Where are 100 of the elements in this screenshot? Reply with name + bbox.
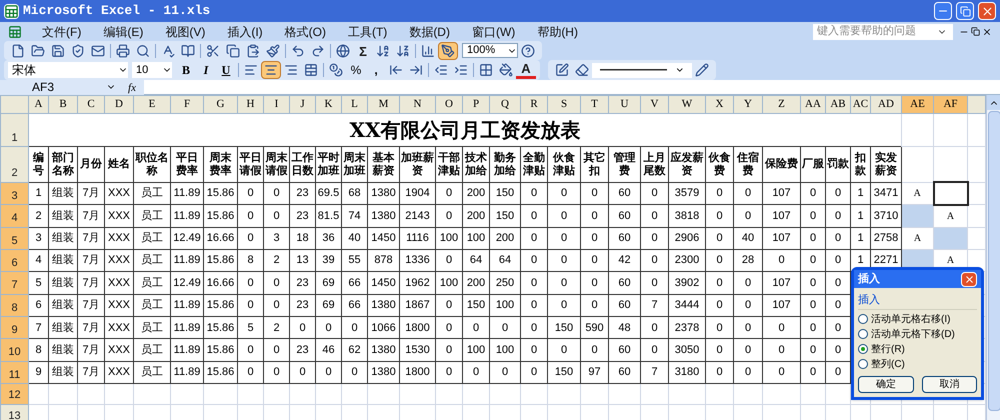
column-header[interactable]: R — [520, 96, 548, 114]
column-header[interactable]: E — [134, 96, 170, 114]
menu-item[interactable]: 工具(T) — [338, 22, 398, 40]
column-heading: 伙食费 — [706, 146, 734, 182]
column-header[interactable]: H — [238, 96, 264, 114]
column-header[interactable]: AC — [850, 96, 870, 114]
table-cell: 150 — [490, 204, 520, 228]
column-header[interactable]: AA — [800, 96, 826, 114]
column-header[interactable]: N — [400, 96, 436, 114]
row-header[interactable]: 8 — [0, 294, 28, 317]
radio-option[interactable]: 活动单元格下移(D) — [858, 326, 977, 342]
vertical-scrollbar[interactable] — [986, 95, 1000, 420]
close-button[interactable] — [961, 272, 977, 286]
radio-option[interactable]: 整行(R) — [858, 342, 977, 356]
column-header[interactable]: F — [170, 96, 204, 114]
restore-icon[interactable] — [971, 27, 980, 36]
column-header[interactable]: S — [548, 96, 580, 114]
close-button[interactable] — [978, 2, 996, 20]
radio-button[interactable] — [858, 329, 868, 339]
table-cell: 11.89 — [170, 294, 204, 317]
close-icon[interactable] — [982, 26, 992, 36]
name-box[interactable]: AF3 — [0, 80, 120, 94]
table-cell: 150 — [462, 294, 490, 317]
percent-button[interactable]: % — [346, 61, 366, 79]
column-header[interactable]: Y — [734, 96, 762, 114]
dialog-button[interactable]: 取消 — [922, 376, 977, 392]
column-header[interactable]: Q — [490, 96, 520, 114]
row-header[interactable]: 12 — [0, 384, 28, 404]
column-header[interactable]: I — [264, 96, 290, 114]
radio-button[interactable] — [858, 359, 868, 369]
row-header[interactable]: 9 — [0, 316, 28, 339]
row-header[interactable]: 11 — [0, 361, 28, 384]
column-header[interactable]: G — [204, 96, 238, 114]
row-header[interactable]: 6 — [0, 250, 28, 272]
scroll-thumb[interactable] — [988, 111, 1000, 411]
font-field[interactable]: 宋体 — [8, 62, 128, 78]
text-style-button[interactable]: I — [196, 61, 216, 79]
radio-button[interactable] — [858, 344, 868, 354]
row-header[interactable]: 1 — [0, 113, 28, 147]
row-header[interactable]: 13 — [0, 404, 28, 420]
radio-option[interactable]: 活动单元格右移(I) — [858, 312, 977, 326]
column-header[interactable]: U — [608, 96, 640, 114]
menu-item[interactable]: 编辑(E) — [93, 22, 154, 40]
row-header[interactable]: 2 — [0, 146, 28, 182]
text-style-button[interactable]: B — [176, 61, 196, 79]
zoom-field[interactable]: 100% — [462, 43, 518, 58]
comma-button[interactable]: , — [366, 61, 386, 79]
align-center-button[interactable] — [261, 61, 281, 79]
column-header[interactable]: B — [48, 96, 78, 114]
radio-option[interactable]: 整列(C) — [858, 356, 977, 372]
column-header[interactable]: Z — [762, 96, 800, 114]
row-header[interactable]: 10 — [0, 338, 28, 362]
column-header[interactable]: AB — [826, 96, 850, 114]
column-header[interactable]: O — [436, 96, 462, 114]
table-cell: 0 — [734, 294, 762, 317]
column-header[interactable]: L — [342, 96, 368, 114]
column-header[interactable]: C — [78, 96, 104, 114]
restore-button[interactable] — [956, 2, 974, 20]
menu-item[interactable]: 文件(F) — [32, 22, 92, 40]
menu-item[interactable]: 视图(V) — [155, 22, 216, 40]
row-header[interactable]: 3 — [0, 182, 28, 205]
column-header[interactable]: P — [462, 96, 490, 114]
row-header[interactable]: 7 — [0, 272, 28, 294]
column-header[interactable]: V — [640, 96, 668, 114]
column-header[interactable]: D — [104, 96, 134, 114]
function-label[interactable]: fx — [120, 80, 144, 94]
minimize-button[interactable] — [934, 2, 952, 20]
table-cell: 150 — [548, 361, 580, 384]
column-header[interactable]: X — [706, 96, 734, 114]
column-header[interactable]: M — [368, 96, 400, 114]
drawing-button[interactable] — [438, 42, 458, 60]
menu-item[interactable]: 数据(D) — [399, 22, 460, 40]
column-header[interactable]: J — [290, 96, 316, 114]
column-header[interactable]: AF — [934, 96, 968, 114]
autosum-button[interactable]: Σ — [353, 42, 373, 60]
table-cell: 0 — [238, 272, 264, 294]
row-header[interactable]: 5 — [0, 227, 28, 250]
column-header[interactable]: K — [316, 96, 342, 114]
menu-item[interactable]: 窗口(W) — [462, 22, 526, 40]
radio-button[interactable] — [858, 314, 868, 324]
help-search-field[interactable]: 键入需要帮助的问题 — [813, 24, 953, 40]
menu-item[interactable]: 插入(I) — [217, 22, 273, 40]
line-style-field[interactable] — [592, 62, 692, 78]
table-cell[interactable]: A — [902, 227, 934, 250]
row-header[interactable]: 4 — [0, 204, 28, 228]
table-cell: 0 — [238, 361, 264, 384]
scroll-up-button[interactable] — [987, 95, 1000, 110]
text-style-button[interactable]: U — [216, 61, 236, 79]
table-cell[interactable] — [934, 182, 968, 205]
column-header[interactable]: AD — [870, 96, 902, 114]
table-cell[interactable]: A — [902, 182, 934, 205]
column-header[interactable]: W — [668, 96, 706, 114]
font-size-field[interactable]: 10 — [132, 62, 172, 78]
dialog-button[interactable]: 确定 — [858, 376, 914, 392]
menu-item[interactable]: 格式(O) — [274, 22, 336, 40]
column-header[interactable]: AE — [902, 96, 934, 114]
column-header[interactable]: T — [580, 96, 608, 114]
column-header[interactable]: A — [28, 96, 48, 114]
table-cell: 2300 — [668, 250, 706, 272]
menu-item[interactable]: 帮助(H) — [527, 22, 588, 40]
